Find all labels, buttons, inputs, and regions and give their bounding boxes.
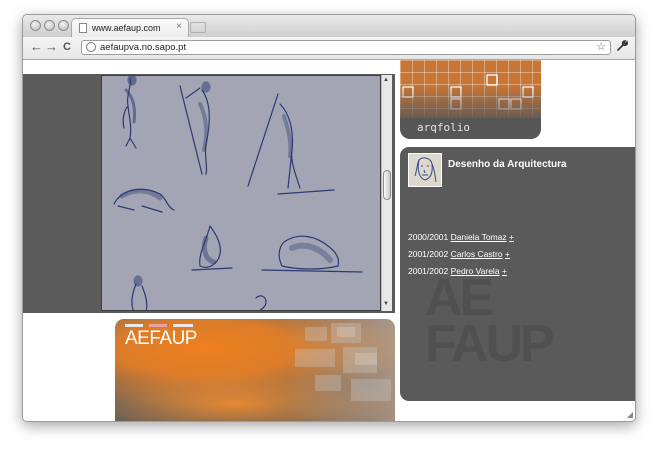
star-icon[interactable]: ☆: [596, 40, 606, 53]
list-item: 2001/2002 Carlos Castro +: [408, 249, 514, 266]
resize-grip-icon[interactable]: ◢: [627, 410, 633, 419]
list-item: 2000/2001 Daniela Tomaz +: [408, 232, 514, 249]
scroll-thumb[interactable]: [383, 170, 391, 200]
reload-icon[interactable]: C: [63, 40, 71, 54]
author-list: 2000/2001 Daniela Tomaz + 2001/2002 Carl…: [408, 232, 514, 283]
scroll-up-icon[interactable]: ▲: [383, 77, 389, 84]
author-link-daniela-tomaz[interactable]: Daniela Tomaz: [451, 232, 507, 242]
toolbar: ← → C aefaupva.no.sapo.pt ☆: [23, 37, 635, 60]
expand-plus-link[interactable]: +: [509, 232, 514, 242]
arqfolio-label: arqfolio: [417, 121, 470, 134]
entry-year: 2001/2002: [408, 266, 449, 276]
expand-plus-link[interactable]: +: [505, 249, 510, 259]
expand-plus-link[interactable]: +: [502, 266, 507, 276]
wrench-icon[interactable]: [616, 40, 629, 55]
page-content: ▲ ▼ AEFAUP arqfolio AE FAUP Desenho da A…: [23, 60, 635, 421]
aefaup-banner[interactable]: AEFAUP: [115, 319, 395, 421]
author-link-pedro-varela[interactable]: Pedro Varela: [451, 266, 500, 276]
tab-title: www.aefaup.com: [92, 23, 161, 33]
desenho-heading: Desenho da Arquitectura: [448, 159, 567, 170]
page-icon: [79, 23, 87, 33]
browser-tab[interactable]: www.aefaup.com ×: [71, 18, 189, 37]
arqfolio-banner[interactable]: arqfolio: [400, 60, 541, 139]
portrait-thumbnail[interactable]: [408, 153, 442, 187]
globe-icon: [86, 42, 96, 52]
url-text[interactable]: aefaupva.no.sapo.pt: [100, 42, 186, 53]
scroll-down-icon[interactable]: ▼: [383, 301, 389, 308]
close-window-button[interactable]: [30, 20, 41, 31]
back-arrow-icon[interactable]: ←: [30, 40, 43, 54]
figure-drawing-image: [101, 75, 381, 311]
entry-year: 2000/2001: [408, 232, 449, 242]
browser-window: www.aefaup.com × ← → C aefaupva.no.sapo.…: [22, 14, 636, 422]
author-link-carlos-castro[interactable]: Carlos Castro: [451, 249, 503, 259]
aefaup-logo: AEFAUP: [125, 328, 197, 349]
forward-arrow-icon[interactable]: →: [45, 40, 58, 54]
desenho-panel: AE FAUP Desenho da Arquitectura 2000/200…: [400, 147, 635, 401]
close-icon[interactable]: ×: [176, 21, 182, 32]
zoom-window-button[interactable]: [58, 20, 69, 31]
list-item: 2001/2002 Pedro Varela +: [408, 266, 514, 283]
title-bar: www.aefaup.com ×: [23, 15, 635, 37]
vertical-scrollbar[interactable]: ▲ ▼: [381, 75, 392, 311]
address-bar[interactable]: aefaupva.no.sapo.pt ☆: [81, 40, 611, 55]
new-tab-button[interactable]: [190, 22, 206, 33]
aefaup-watermark: AE FAUP: [425, 269, 555, 373]
minimize-window-button[interactable]: [44, 20, 55, 31]
entry-year: 2001/2002: [408, 249, 449, 259]
